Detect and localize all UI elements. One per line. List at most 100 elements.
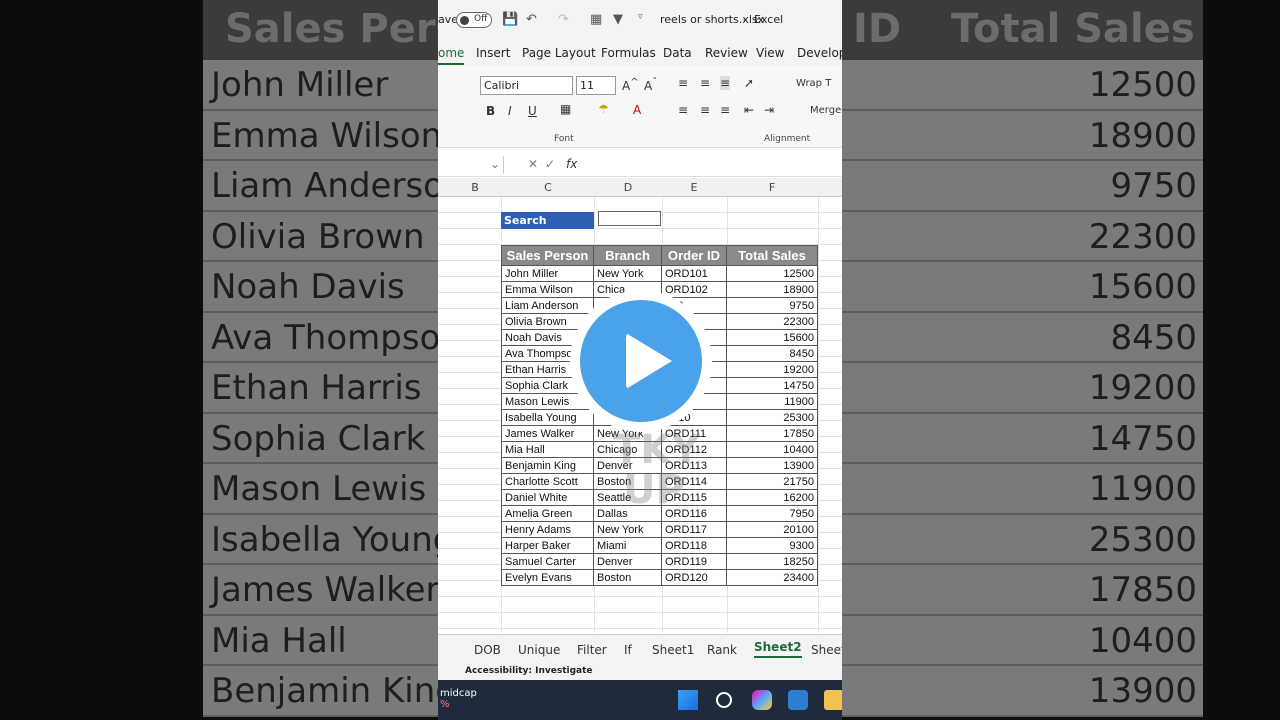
column-header-d[interactable]: D	[618, 181, 638, 194]
table-cell[interactable]: 22300	[726, 313, 818, 330]
underline-icon[interactable]: U	[528, 104, 537, 118]
table-cell[interactable]: 13900	[726, 457, 818, 474]
tab-insert[interactable]: Insert	[476, 46, 510, 60]
column-header-f[interactable]: F	[762, 181, 782, 194]
tab-view[interactable]: View	[756, 46, 784, 60]
italic-icon[interactable]: I	[508, 104, 512, 118]
table-cell[interactable]: Charlotte Scott	[501, 473, 594, 490]
function-icon[interactable]: fx	[566, 157, 577, 171]
table-cell[interactable]: Evelyn Evans	[501, 569, 594, 586]
align-right-icon[interactable]: ≡	[720, 103, 730, 117]
font-size-box[interactable]: 11	[576, 76, 616, 95]
play-button[interactable]	[570, 290, 712, 432]
font-name-box[interactable]: Calibri	[480, 76, 573, 95]
tab-review[interactable]: Review	[705, 46, 748, 60]
table-cell[interactable]: Isabella Young	[501, 409, 594, 426]
table-cell[interactable]: 8450	[726, 345, 818, 362]
table-cell[interactable]: ORD120	[661, 569, 727, 586]
header-branch[interactable]: Branch	[593, 245, 662, 266]
name-box-dropdown-icon[interactable]: ⌄	[490, 157, 500, 171]
table-cell[interactable]: ORD101	[661, 265, 727, 282]
table-cell[interactable]: 9750	[726, 297, 818, 314]
undo-icon[interactable]: ↶	[526, 12, 537, 27]
decrease-font-icon[interactable]: Aˇ	[644, 77, 657, 93]
align-middle-icon[interactable]: ≡	[700, 76, 710, 90]
tab-developer[interactable]: Develope	[797, 46, 842, 60]
increase-font-icon[interactable]: A^	[622, 77, 639, 93]
table-cell[interactable]: 25300	[726, 409, 818, 426]
table-cell[interactable]: Mia Hall	[501, 441, 594, 458]
table-cell[interactable]: ORD118	[661, 537, 727, 554]
table-cell[interactable]: James Walker	[501, 425, 594, 442]
table-cell[interactable]: 11900	[726, 393, 818, 410]
table-cell[interactable]: 7950	[726, 505, 818, 522]
table-cell[interactable]: New York	[593, 265, 662, 282]
header-total-sales[interactable]: Total Sales	[726, 245, 818, 266]
table-cell[interactable]: 15600	[726, 329, 818, 346]
copilot-icon[interactable]	[752, 690, 772, 710]
borders-icon[interactable]: ▦	[560, 102, 571, 116]
bold-icon[interactable]: B	[486, 104, 495, 118]
weather-widget[interactable]: midcap%	[440, 688, 477, 710]
search-icon[interactable]	[716, 692, 732, 708]
file-explorer-icon[interactable]	[824, 690, 842, 710]
align-top-icon[interactable]: ≡	[678, 76, 688, 90]
enter-icon[interactable]: ✓	[545, 157, 555, 171]
header-order-id[interactable]: Order ID	[661, 245, 727, 266]
table-cell[interactable]: 14750	[726, 377, 818, 394]
table-cell[interactable]: 10400	[726, 441, 818, 458]
tab-rank[interactable]: Rank	[707, 643, 737, 657]
table-cell[interactable]: 18250	[726, 553, 818, 570]
table-cell[interactable]: Harper Baker	[501, 537, 594, 554]
table-cell[interactable]: ORD119	[661, 553, 727, 570]
orientation-icon[interactable]: ➚	[744, 76, 754, 90]
align-left-icon[interactable]: ≡	[678, 103, 688, 117]
tab-page-layout[interactable]: Page Layout	[522, 46, 596, 60]
cancel-icon[interactable]: ✕	[528, 157, 538, 171]
filter-icon[interactable]: ▼	[613, 12, 623, 27]
tab-sheet2[interactable]: Sheet2	[754, 640, 802, 658]
start-icon[interactable]	[678, 690, 698, 710]
tab-sheet-more[interactable]: Sheet	[811, 643, 842, 657]
table-cell[interactable]: 20100	[726, 521, 818, 538]
table-cell[interactable]: 9300	[726, 537, 818, 554]
tab-data[interactable]: Data	[663, 46, 692, 60]
accessibility-status[interactable]: Accessibility: Investigate	[465, 666, 593, 676]
table-cell[interactable]: ORD117	[661, 521, 727, 538]
column-header-b[interactable]: B	[468, 181, 482, 194]
save-icon[interactable]: 💾	[502, 12, 518, 27]
search-input[interactable]	[598, 211, 661, 226]
column-header-c[interactable]: C	[538, 181, 558, 194]
table-cell[interactable]: Daniel White	[501, 489, 594, 506]
table-cell[interactable]: ORD102	[661, 281, 727, 298]
table-cell[interactable]: Amelia Green	[501, 505, 594, 522]
autosave-toggle[interactable]: Off	[456, 12, 492, 28]
fill-color-icon[interactable]: ☂	[598, 102, 609, 116]
tab-home[interactable]: ome	[438, 46, 465, 65]
store-icon[interactable]	[788, 690, 808, 710]
table-cell[interactable]: 16200	[726, 489, 818, 506]
table-cell[interactable]: 17850	[726, 425, 818, 442]
wrap-text-button[interactable]: Wrap T	[796, 78, 831, 89]
align-bottom-icon[interactable]: ≡	[720, 76, 731, 90]
table-cell[interactable]: 18900	[726, 281, 818, 298]
tab-if[interactable]: If	[624, 643, 632, 657]
table-cell[interactable]: 23400	[726, 569, 818, 586]
table-cell[interactable]: Emma Wilson	[501, 281, 594, 298]
table-cell[interactable]: Henry Adams	[501, 521, 594, 538]
header-sales-person[interactable]: Sales Person	[501, 245, 594, 266]
table-cell[interactable]: 21750	[726, 473, 818, 490]
table-cell[interactable]: Benjamin King	[501, 457, 594, 474]
increase-indent-icon[interactable]: ⇥	[764, 103, 774, 117]
decrease-indent-icon[interactable]: ⇤	[744, 103, 754, 117]
table-cell[interactable]: Boston	[593, 569, 662, 586]
tab-filter[interactable]: Filter	[577, 643, 607, 657]
table-cell[interactable]: 19200	[726, 361, 818, 378]
table-cell[interactable]: John Miller	[501, 265, 594, 282]
table-cell[interactable]: Denver	[593, 553, 662, 570]
tab-formulas[interactable]: Formulas	[601, 46, 656, 60]
table-cell[interactable]: 12500	[726, 265, 818, 282]
font-color-icon[interactable]: A	[633, 103, 641, 117]
merge-button[interactable]: Merge	[810, 105, 841, 116]
tab-sheet1[interactable]: Sheet1	[652, 643, 694, 657]
